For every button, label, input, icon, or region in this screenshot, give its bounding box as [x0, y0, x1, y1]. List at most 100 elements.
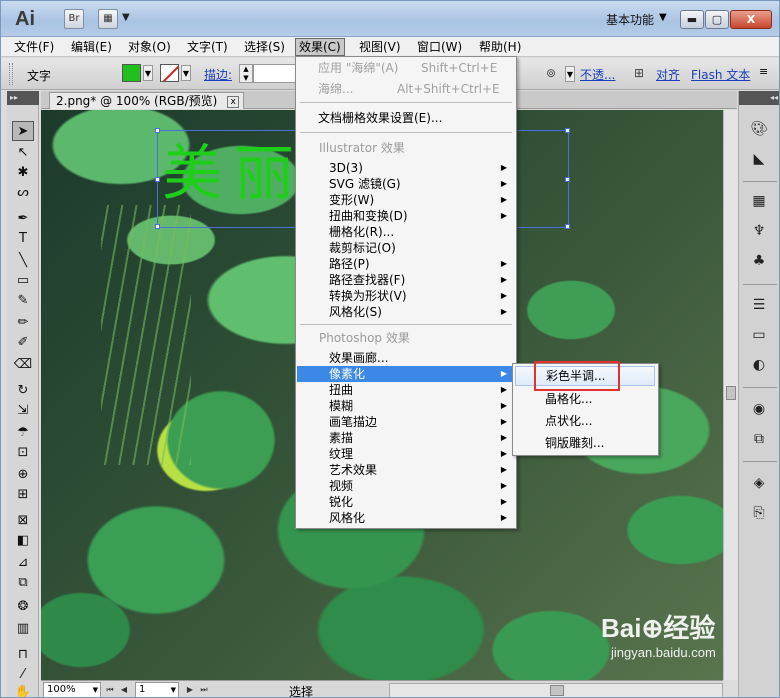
selection-tool-icon[interactable]: ➤ [12, 121, 34, 141]
menu-pathfinder[interactable]: 路径查找器(F) ▶ [297, 272, 515, 288]
menu-document-raster-settings[interactable]: 文档栅格效果设置(E)... [297, 110, 515, 126]
chevron-down-icon[interactable]: ▼ [181, 65, 191, 81]
magic-wand-tool-icon[interactable]: ✱ [12, 163, 34, 183]
menu-distort-transform[interactable]: 扭曲和变换(D) ▶ [297, 208, 515, 224]
gradient-tool-icon[interactable]: ◧ [12, 531, 34, 551]
menu-help[interactable]: 帮助(H) [476, 39, 524, 55]
menu-distort[interactable]: 扭曲 ▶ [297, 382, 515, 398]
menu-warp[interactable]: 变形(W) ▶ [297, 192, 515, 208]
stroke-weight-stepper[interactable]: ▲ ▼ [239, 64, 253, 83]
opacity-link[interactable]: 不透... [580, 66, 615, 83]
horizontal-scrollbar[interactable] [389, 683, 723, 697]
appearance-panel-icon[interactable]: ◉ [748, 399, 770, 419]
minimize-button[interactable]: ▬ [680, 10, 704, 29]
flash-text-link[interactable]: Flash 文本 [691, 66, 750, 83]
hand-tool-icon[interactable]: ✋ [12, 683, 34, 697]
zoom-select[interactable]: 100% ▼ [43, 682, 101, 697]
menu-convert-to-shape[interactable]: 转换为形状(V) ▶ [297, 288, 515, 304]
stroke-link[interactable]: 描边: [204, 66, 232, 83]
menu-view[interactable]: 视图(V) [356, 39, 404, 55]
paintbrush-tool-icon[interactable]: ✎ [12, 291, 34, 311]
menu-svg-filters[interactable]: SVG 滤镜(G) ▶ [297, 176, 515, 192]
collapse-panel-icon[interactable]: ◂◂ [739, 91, 779, 105]
menu-type[interactable]: 文字(T) [184, 39, 231, 55]
blob-brush-tool-icon[interactable]: ✐ [12, 333, 34, 353]
transparency-panel-icon[interactable]: ◐ [748, 355, 770, 375]
column-graph-tool-icon[interactable]: ▥ [12, 619, 34, 639]
resize-handle[interactable] [565, 128, 570, 133]
menu-pixelate[interactable]: 像素化 ▶ [297, 366, 515, 382]
layers-panel-icon[interactable]: ◈ [748, 473, 770, 493]
document-tab[interactable]: 2.png* @ 100% (RGB/预览) x [49, 92, 245, 109]
menu-effect-gallery[interactable]: 效果画廊... [297, 350, 515, 366]
menu-video[interactable]: 视频 ▶ [297, 478, 515, 494]
menu-file[interactable]: 文件(F) [11, 39, 57, 55]
type-tool-icon[interactable]: T [12, 229, 34, 249]
next-artboard-icon[interactable]: ▶ [185, 683, 195, 697]
lasso-tool-icon[interactable]: ᔕ [12, 183, 34, 203]
layout-grid-icon[interactable]: ▦ [98, 9, 118, 29]
chevron-down-icon[interactable]: ▼ [143, 65, 153, 81]
menu-effect[interactable]: 效果(C) [295, 38, 345, 56]
vertical-scrollbar[interactable] [723, 110, 738, 680]
status-text[interactable]: 选择 [289, 683, 313, 697]
mesh-tool-icon[interactable]: ⊠ [12, 511, 34, 531]
menu-path[interactable]: 路径(P) ▶ [297, 256, 515, 272]
menu-last-effect[interactable]: 海绵... Alt+Shift+Ctrl+E [297, 81, 515, 97]
submenu-crystallize[interactable]: 晶格化... [515, 389, 655, 409]
stroke-panel-icon[interactable]: ☰ [748, 295, 770, 315]
free-transform-tool-icon[interactable]: ⊡ [12, 443, 34, 463]
menu-3d[interactable]: 3D(3) ▶ [297, 160, 515, 176]
menu-stylize-photoshop[interactable]: 风格化 ▶ [297, 510, 515, 526]
align-icon[interactable]: ⊞ [634, 66, 644, 80]
rotate-tool-icon[interactable]: ↻ [12, 381, 34, 401]
maximize-button[interactable]: ▢ [705, 10, 729, 29]
menu-select[interactable]: 选择(S) [241, 39, 288, 55]
submenu-mezzotint[interactable]: 铜版雕刻... [515, 433, 655, 453]
stroke-weight-input[interactable] [253, 64, 299, 83]
brushes-panel-icon[interactable]: ♆ [748, 221, 770, 241]
collapse-panel-icon[interactable]: ▸▸ [7, 91, 39, 105]
style-icon[interactable]: ⊚ [546, 66, 556, 80]
chevron-down-icon[interactable]: ▼ [171, 683, 178, 697]
direct-selection-tool-icon[interactable]: ↖ [12, 143, 34, 163]
artboard-tool-icon[interactable]: ⊓ [12, 645, 34, 665]
shape-builder-tool-icon[interactable]: ⊕ [12, 465, 34, 485]
warp-tool-icon[interactable]: ☂ [12, 423, 34, 443]
perspective-grid-tool-icon[interactable]: ⊞ [12, 485, 34, 505]
chevron-down-icon[interactable]: ▼ [565, 66, 575, 82]
eyedropper-tool-icon[interactable]: ⊿ [12, 553, 34, 573]
menu-blur[interactable]: 模糊 ▶ [297, 398, 515, 414]
align-link[interactable]: 对齐 [656, 66, 680, 83]
menu-sketch[interactable]: 素描 ▶ [297, 430, 515, 446]
close-icon[interactable]: x [227, 95, 240, 108]
bridge-button[interactable]: Br [64, 9, 84, 29]
resize-handle[interactable] [155, 224, 160, 229]
stroke-color-swatch[interactable] [160, 64, 179, 82]
menu-rasterize[interactable]: 栅格化(R)... [297, 224, 515, 240]
close-button[interactable]: X [730, 10, 772, 29]
menu-brush-strokes[interactable]: 画笔描边 ▶ [297, 414, 515, 430]
menu-edit[interactable]: 编辑(E) [68, 39, 115, 55]
blend-tool-icon[interactable]: ⧉ [12, 573, 34, 593]
workspace-switcher[interactable]: 基本功能 [606, 11, 654, 28]
scrollbar-thumb[interactable] [726, 386, 736, 400]
submenu-pointillize[interactable]: 点状化... [515, 411, 655, 431]
scrollbar-thumb[interactable] [550, 685, 564, 696]
swatches-panel-icon[interactable]: ▦ [748, 191, 770, 211]
color-guide-panel-icon[interactable]: ◣ [748, 149, 770, 169]
symbol-sprayer-tool-icon[interactable]: ❂ [12, 597, 34, 617]
menu-window[interactable]: 窗口(W) [414, 39, 465, 55]
first-artboard-icon[interactable]: ⏮ [105, 683, 115, 697]
chevron-down-icon[interactable]: ▼ [122, 12, 130, 23]
menu-sharpen[interactable]: 锐化 ▶ [297, 494, 515, 510]
menu-artistic[interactable]: 艺术效果 ▶ [297, 462, 515, 478]
menu-crop-marks[interactable]: 裁剪标记(O) [297, 240, 515, 256]
resize-handle[interactable] [565, 224, 570, 229]
menu-texture[interactable]: 纹理 ▶ [297, 446, 515, 462]
symbols-panel-icon[interactable]: ♣ [748, 251, 770, 271]
color-panel-icon[interactable]: 🎨︎ [748, 119, 770, 139]
chevron-down-icon[interactable]: ▼ [659, 12, 667, 23]
graphic-styles-panel-icon[interactable]: ⧉ [748, 429, 770, 449]
previous-artboard-icon[interactable]: ◀ [119, 683, 129, 697]
